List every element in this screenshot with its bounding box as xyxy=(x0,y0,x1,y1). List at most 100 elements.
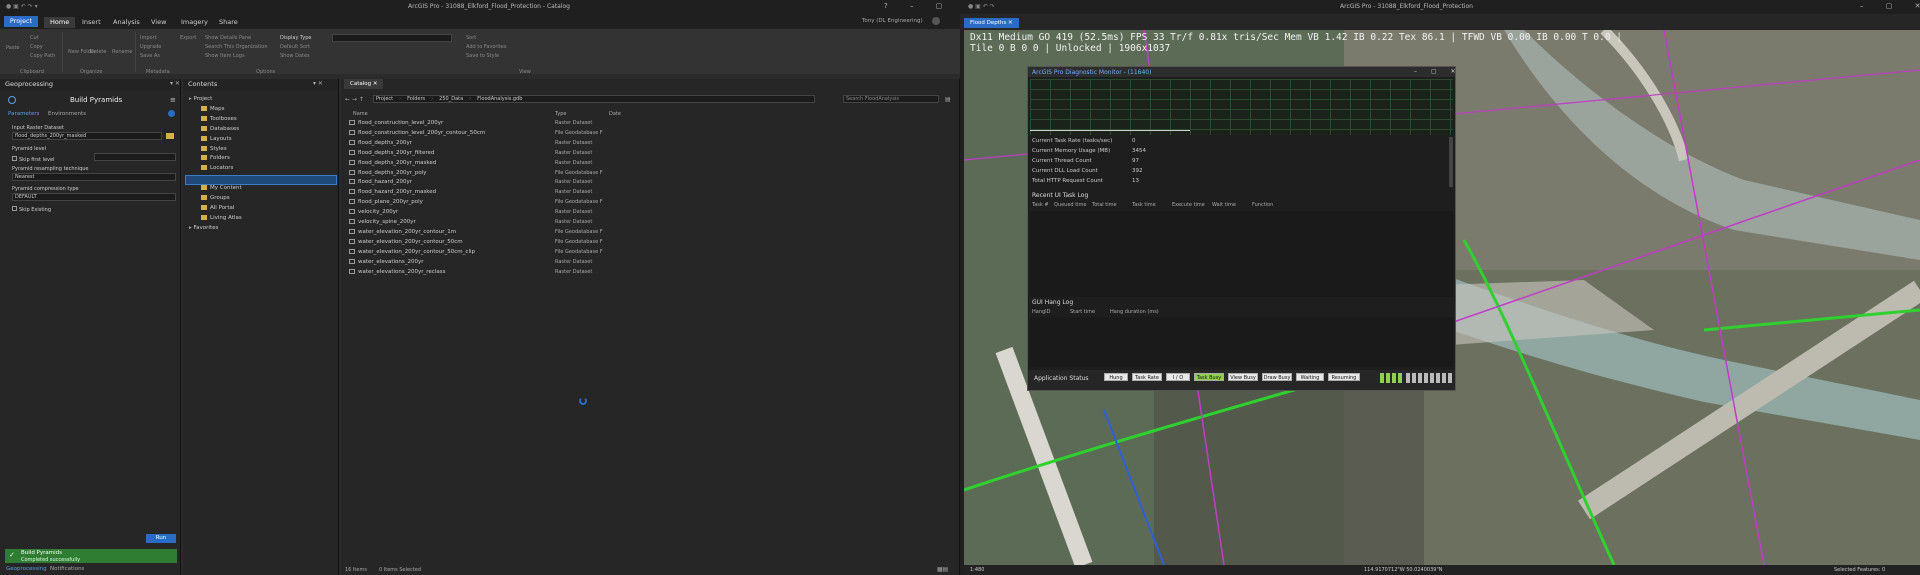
help-icon[interactable] xyxy=(168,110,175,117)
status-button[interactable]: Hung xyxy=(1104,373,1128,381)
status-button[interactable]: Waiting xyxy=(1296,373,1324,381)
tab-share[interactable]: Share xyxy=(213,17,244,28)
tab-geoprocessing-bottom[interactable]: Geoprocessing xyxy=(6,566,47,572)
tab-environments[interactable]: Environments xyxy=(48,111,86,117)
tree-item[interactable]: ▸ Project xyxy=(189,96,212,102)
paste-button[interactable]: Paste xyxy=(6,45,20,51)
resampling-dropdown[interactable]: Nearest xyxy=(12,173,176,181)
task-log-column[interactable]: Task time xyxy=(1132,202,1156,208)
sort-button[interactable]: Sort xyxy=(466,35,476,41)
copy-path-button[interactable]: Copy Path xyxy=(30,53,55,59)
save-as-button[interactable]: Save As xyxy=(140,53,160,59)
table-row[interactable]: water_elevation_200yr_contour_50cm xyxy=(349,238,463,245)
task-log-column[interactable]: Execute time xyxy=(1172,202,1205,208)
task-log-column[interactable]: Total time xyxy=(1092,202,1117,208)
table-row[interactable]: water_elevations_200yr xyxy=(349,258,424,265)
tree-item[interactable]: Layouts xyxy=(201,135,232,142)
task-log-column[interactable]: Queued time xyxy=(1054,202,1087,208)
table-row[interactable]: flood_depths_200yr_filtered xyxy=(349,149,434,156)
task-log-column[interactable]: Task # xyxy=(1032,202,1049,208)
hang-log-table[interactable] xyxy=(1030,317,1453,367)
browse-folder-icon[interactable] xyxy=(166,133,174,139)
quick-access-toolbar[interactable]: ● ▣ ↶ ↷ ▾ xyxy=(6,3,38,10)
hang-log-column[interactable]: Hang duration (ms) xyxy=(1110,309,1159,315)
table-row[interactable]: flood_depths_200yr xyxy=(349,139,412,146)
tab-flood-depths[interactable]: Flood Depths ✕ xyxy=(964,18,1019,28)
rename-button[interactable]: Rename xyxy=(112,49,133,55)
skip-first-checkbox[interactable]: Skip first level xyxy=(12,156,54,163)
table-row[interactable]: flood_depths_200yr_poly xyxy=(349,169,426,176)
scale-readout[interactable]: 1:480 xyxy=(970,567,984,573)
tab-notifications[interactable]: Notifications xyxy=(50,566,84,572)
save-to-style-button[interactable]: Save to Style xyxy=(466,53,499,59)
copy-button[interactable]: Copy xyxy=(30,44,43,50)
search-organization-checkbox[interactable]: Search This Organization xyxy=(205,44,268,50)
default-sort-button[interactable]: Default Sort xyxy=(280,44,310,50)
status-button[interactable]: Task Busy xyxy=(1194,373,1224,381)
add-to-favorites-button[interactable]: Add to Favorites xyxy=(466,44,506,50)
tab-parameters[interactable]: Parameters xyxy=(8,111,39,117)
status-bar[interactable]: Build Pyramids Completed successfully ✓ xyxy=(5,549,177,563)
task-log-table[interactable] xyxy=(1030,211,1453,297)
pyramid-level-field[interactable] xyxy=(94,153,176,161)
compression-dropdown[interactable]: DEFAULT xyxy=(12,193,176,201)
pane-menu-icon[interactable]: ▾ ✕ xyxy=(170,80,180,87)
show-details-pane-checkbox[interactable]: Show Details Pane xyxy=(205,35,251,41)
hang-log-column[interactable]: HangID xyxy=(1032,309,1051,315)
column-date[interactable]: Date xyxy=(609,111,621,117)
show-item-logs-checkbox[interactable]: Show Item Logs xyxy=(205,53,245,59)
status-button[interactable]: Draw Busy xyxy=(1262,373,1292,381)
nav-arrows-icon[interactable]: ← → ↑ xyxy=(345,96,364,103)
tree-item[interactable]: All Portal xyxy=(201,204,234,211)
layout-toggle-icon[interactable]: ▦▤ xyxy=(937,566,948,573)
table-row[interactable]: water_elevation_200yr_contour_50cm_clip xyxy=(349,248,475,255)
back-icon[interactable] xyxy=(8,96,16,104)
breadcrumb-item[interactable]: Project xyxy=(376,96,393,102)
table-row[interactable]: flood_construction_level_200yr_contour_5… xyxy=(349,129,485,136)
table-row[interactable]: flood_construction_level_200yr xyxy=(349,120,443,126)
contents-controls-icon[interactable]: ▾ ✕ xyxy=(313,80,323,87)
tab-view[interactable]: View xyxy=(145,17,172,28)
notification-icon[interactable] xyxy=(932,17,940,25)
table-row[interactable]: flood_plane_200yr_poly xyxy=(349,199,423,205)
tree-item[interactable]: Folders xyxy=(201,155,230,161)
view-toggle-icon[interactable]: ▤ xyxy=(945,96,951,103)
cut-button[interactable]: Cut xyxy=(30,35,39,41)
table-row[interactable]: water_elevations_200yr_reclass xyxy=(349,268,445,275)
table-row[interactable]: flood_hazard_200yr xyxy=(349,179,412,185)
selected-features[interactable]: Selected Features: 0 xyxy=(1834,567,1885,573)
display-type-dropdown[interactable]: Display Type xyxy=(280,35,312,41)
metrics-scrollbar[interactable] xyxy=(1449,137,1453,187)
task-log-column[interactable]: Function xyxy=(1252,202,1273,208)
status-button[interactable]: I / O xyxy=(1166,373,1190,381)
table-row[interactable]: velocity_spine_200yr xyxy=(349,219,416,225)
table-row[interactable]: flood_hazard_200yr_masked xyxy=(349,189,436,195)
tree-item[interactable]: Locators xyxy=(201,165,233,171)
tree-item[interactable]: ▸ Favorites xyxy=(189,225,218,231)
quick-access-toolbar-2[interactable]: ● ▣ ↶ ↷ xyxy=(968,3,995,10)
delete-button[interactable]: Delete xyxy=(90,49,106,55)
skip-existing-checkbox[interactable]: Skip Existing xyxy=(12,206,51,213)
breadcrumb-item[interactable]: 250_Data xyxy=(439,96,463,102)
tree-item[interactable]: Styles xyxy=(201,145,227,152)
diagnostic-controls[interactable]: – ▢ ✕ xyxy=(1414,68,1462,75)
export-button[interactable]: Export xyxy=(180,35,196,41)
run-button[interactable]: Run xyxy=(146,534,176,543)
breadcrumb-item[interactable]: FloodAnalysis.gdb xyxy=(477,96,522,102)
upgrade-button[interactable]: Upgrade xyxy=(140,44,161,50)
status-button[interactable]: View Busy xyxy=(1228,373,1258,381)
tab-catalog[interactable]: Catalog ✕ xyxy=(344,79,384,89)
tree-item[interactable]: Living Atlas xyxy=(201,214,242,221)
hamburger-menu-icon[interactable]: ≡ xyxy=(170,96,176,104)
task-log-column[interactable]: Wait time xyxy=(1212,202,1236,208)
tab-insert[interactable]: Insert xyxy=(76,17,107,28)
tree-item[interactable]: Maps xyxy=(201,105,224,112)
ribbon-search-box[interactable] xyxy=(332,34,452,42)
tab-home[interactable]: Home xyxy=(44,17,76,28)
tree-item[interactable]: Databases xyxy=(201,125,239,132)
input-raster-field[interactable]: flood_depths_200yr_masked xyxy=(12,132,162,140)
tab-analysis[interactable]: Analysis xyxy=(107,17,146,28)
status-button[interactable]: Resuming xyxy=(1328,373,1360,381)
column-type[interactable]: Type xyxy=(555,111,566,117)
table-row[interactable]: water_elevation_200yr_contour_1m xyxy=(349,228,456,235)
